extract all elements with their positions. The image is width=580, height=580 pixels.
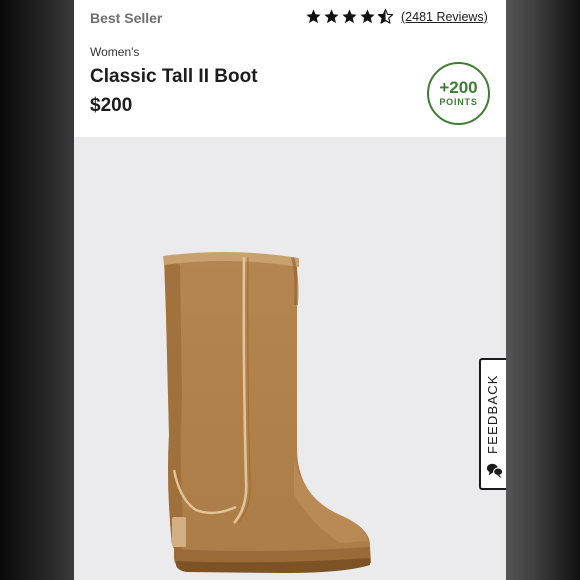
product-title: Classic Tall II Boot — [90, 66, 258, 87]
reviews-link[interactable]: (2481 Reviews) — [401, 10, 488, 24]
points-value: +200 — [439, 78, 478, 97]
points-label: POINTS — [439, 97, 478, 107]
product-header: Best Seller (2481 Reviews) Women's Class… — [74, 0, 506, 137]
star-full-icon — [306, 9, 321, 24]
product-image-boot — [163, 251, 371, 573]
blurred-background-left — [0, 0, 74, 580]
chat-bubbles-icon — [486, 463, 504, 479]
feedback-label: FEEDBACK — [485, 374, 500, 454]
star-full-icon — [342, 9, 357, 24]
reward-points-badge: +200 POINTS — [427, 62, 490, 125]
star-full-icon — [324, 9, 339, 24]
best-seller-label: Best Seller — [90, 10, 163, 26]
product-category: Women's — [90, 45, 140, 59]
product-page: Best Seller (2481 Reviews) Women's Class… — [74, 0, 506, 580]
product-price: $200 — [90, 95, 133, 116]
star-rating — [305, 8, 394, 25]
product-image-area[interactable] — [74, 137, 506, 580]
star-full-icon — [360, 9, 375, 24]
feedback-tab[interactable]: FEEDBACK — [479, 358, 506, 490]
blurred-background-right — [506, 0, 580, 580]
star-half-icon — [377, 8, 394, 24]
rating-summary[interactable]: (2481 Reviews) — [305, 8, 488, 25]
